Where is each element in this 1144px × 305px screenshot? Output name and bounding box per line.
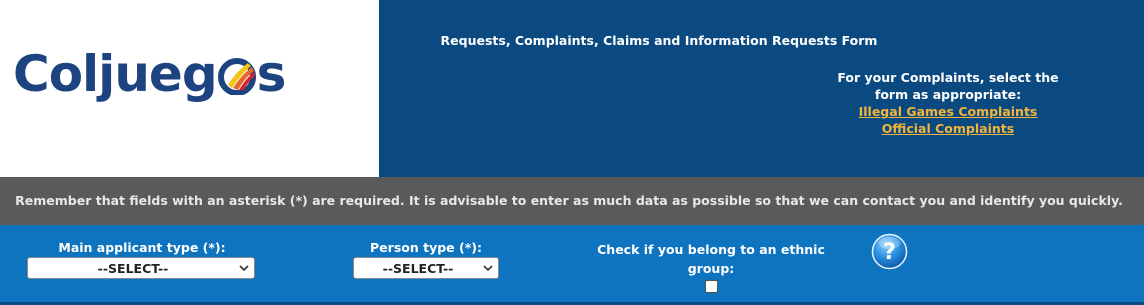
chevron-down-icon (483, 265, 493, 272)
person-type-label: Person type (*): (370, 240, 482, 255)
logo-flag-o-icon (217, 57, 256, 95)
person-type-select[interactable]: --SELECT-- (353, 257, 499, 279)
ethnic-group-label-line2: group: (687, 261, 735, 276)
logo-text-part2: s (256, 45, 287, 103)
complaints-box: For your Complaints, select the form as … (821, 69, 1075, 137)
header-banner: Requests, Complaints, Claims and Informa… (379, 0, 1144, 177)
required-fields-notice: Remember that fields with an asterisk (*… (0, 177, 1144, 225)
chevron-down-icon (239, 265, 249, 272)
svg-text:?: ? (883, 240, 896, 265)
person-type-value: --SELECT-- (382, 261, 454, 276)
form-title: Requests, Complaints, Claims and Informa… (440, 33, 878, 48)
ethnic-group-checkbox[interactable] (705, 280, 718, 293)
complaints-intro-line1: For your Complaints, select the (837, 70, 1059, 85)
main-applicant-type-value: --SELECT-- (97, 261, 169, 276)
coljuegos-logo: Coljueg s (13, 49, 286, 99)
official-complaints-link[interactable]: Official Complaints (821, 120, 1075, 137)
logo-area[interactable]: Coljueg s (0, 0, 379, 177)
page-header: Coljueg s Requests, Complaints, Claims a… (0, 0, 1144, 177)
illegal-games-complaints-link[interactable]: Illegal Games Complaints (821, 103, 1075, 120)
complaints-intro-line2: form as appropriate: (874, 87, 1022, 102)
ethnic-group-label: Check if you belong to an ethnic group: (590, 240, 832, 278)
main-applicant-type-label: Main applicant type (*): (58, 240, 226, 255)
logo-text-part1: Coljueg (13, 45, 218, 103)
notice-text: Remember that fields with an asterisk (*… (15, 193, 1123, 208)
ethnic-group-label-line1: Check if you belong to an ethnic (597, 242, 825, 257)
main-applicant-type-select[interactable]: --SELECT-- (27, 257, 255, 279)
question-mark-icon[interactable]: ? (871, 233, 908, 270)
